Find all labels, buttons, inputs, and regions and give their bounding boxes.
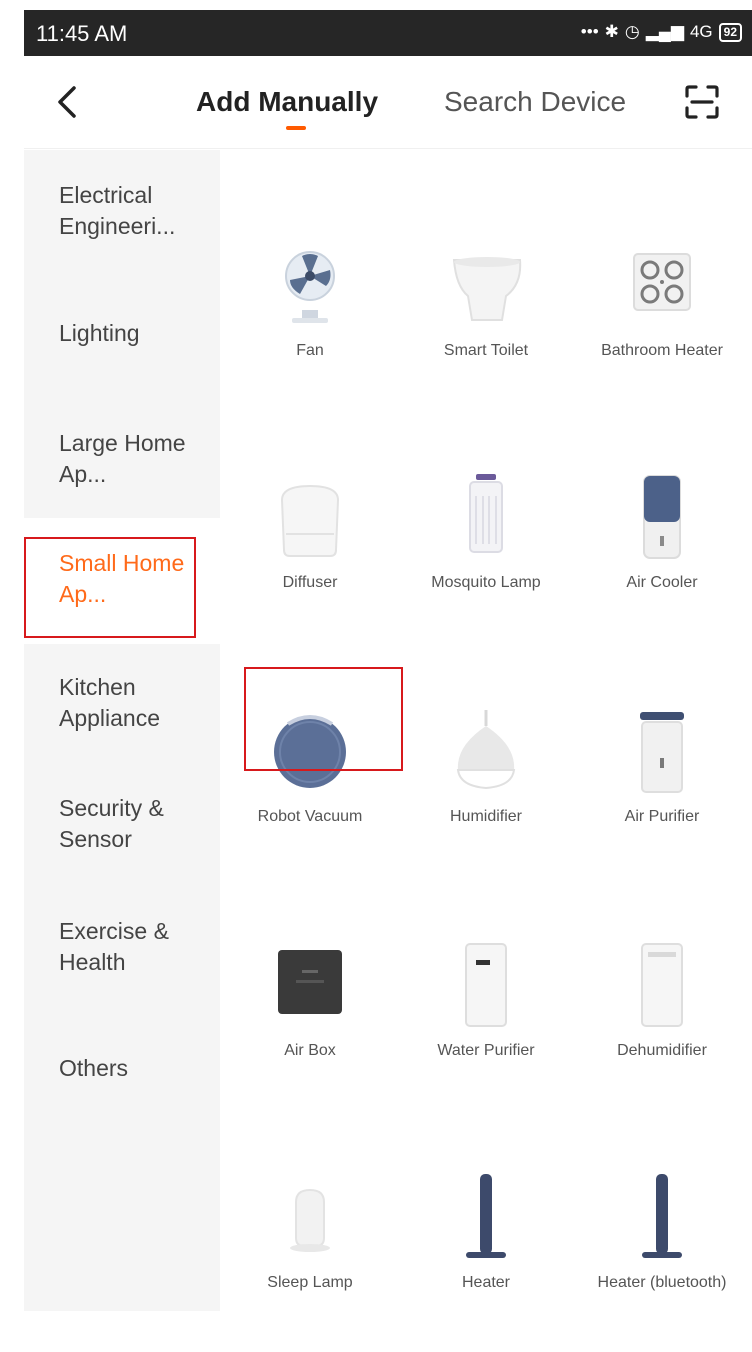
battery-level: 92 [718, 22, 742, 42]
water-purifier-icon [465, 943, 507, 1027]
category-sidebar: Electrical Engineeri... Lighting Large H… [24, 150, 220, 1311]
more-dots-icon: ••• [580, 22, 599, 41]
device-mosquito-lamp[interactable]: Mosquito Lamp [398, 412, 574, 652]
status-time: 11:45 AM [36, 21, 128, 46]
status-bar: 11:45 AM ••• ✱ ◷ ▂▄▆ 4G 92 [24, 10, 752, 56]
back-arrow-icon[interactable] [54, 84, 82, 120]
air-box-icon [278, 950, 342, 1014]
nav-header: Add Manually Search Device [24, 56, 752, 149]
device-humidifier[interactable]: Humidifier [398, 646, 574, 886]
device-label: Sleep Lamp [267, 1274, 353, 1291]
device-label: Diffuser [282, 574, 338, 591]
diffuser-icon [280, 484, 340, 557]
dehumidifier-icon [641, 943, 683, 1027]
alarm-icon: ◷ [624, 22, 640, 41]
device-heater[interactable]: Heater [398, 1112, 574, 1352]
mosquito-lamp-icon [469, 474, 503, 553]
device-air-cooler[interactable]: Air Cooler [574, 412, 750, 652]
device-label: Air Box [284, 1042, 336, 1059]
sidebar-item-label: Others [59, 1055, 129, 1081]
sidebar-item-lighting[interactable]: Lighting [24, 318, 220, 440]
device-label: Heater [461, 1274, 511, 1291]
sidebar-item-others[interactable]: Others [24, 1053, 220, 1175]
sidebar-item-label: Large Home Ap... [59, 430, 186, 487]
sidebar-item-label: Kitchen Appliance [59, 674, 161, 731]
network-type: 4G [689, 22, 713, 41]
device-label: Water Purifier [437, 1042, 535, 1059]
device-heater-bluetooth[interactable]: Heater (bluetooth) [574, 1112, 750, 1352]
device-smart-toilet[interactable]: Smart Toilet [398, 180, 574, 420]
device-label: Smart Toilet [443, 342, 529, 359]
device-air-box[interactable]: Air Box [222, 880, 398, 1120]
device-fan[interactable]: Fan [222, 180, 398, 420]
device-label: Humidifier [449, 808, 522, 825]
sidebar-item-label: Security & Sensor [59, 795, 164, 852]
device-label: Air Purifier [624, 808, 700, 825]
signal-icon: ▂▄▆ [645, 22, 684, 41]
device-bathroom-heater[interactable]: Bathroom Heater [574, 180, 750, 420]
device-label: Bathroom Heater [601, 342, 723, 359]
device-label: Dehumidifier [617, 1042, 707, 1059]
device-label: Air Cooler [626, 574, 698, 591]
fan-icon [285, 251, 335, 323]
device-sleep-lamp[interactable]: Sleep Lamp [222, 1112, 398, 1352]
device-diffuser[interactable]: Diffuser [222, 412, 398, 652]
device-air-purifier[interactable]: Air Purifier [574, 646, 750, 886]
sidebar-item-security-sensor[interactable]: Security & Sensor [24, 793, 220, 915]
status-indicators: ••• ✱ ◷ ▂▄▆ 4G 92 [581, 22, 742, 42]
device-label: Fan [296, 342, 324, 359]
air-purifier-icon [640, 712, 684, 793]
air-cooler-icon [643, 475, 681, 559]
left-margin [0, 0, 24, 1311]
sidebar-item-label: Exercise & Health [59, 918, 169, 975]
selected-category-highlight [24, 537, 196, 638]
active-tab-indicator [286, 126, 306, 130]
device-water-purifier[interactable]: Water Purifier [398, 880, 574, 1120]
sidebar-item-label: Lighting [59, 320, 140, 346]
tab-add-manually[interactable]: Add Manually [196, 86, 378, 118]
sidebar-item-electrical-engineering[interactable]: Electrical Engineeri... [24, 180, 220, 302]
bluetooth-icon: ✱ [604, 22, 619, 41]
robot-vacuum-highlight [244, 667, 403, 771]
scan-icon[interactable] [684, 84, 720, 120]
sleep-lamp-icon [290, 1188, 330, 1252]
humidifier-icon [456, 710, 516, 790]
sidebar-item-exercise-health[interactable]: Exercise & Health [24, 916, 220, 1038]
sidebar-item-label: Electrical Engineeri... [59, 182, 176, 239]
device-dehumidifier[interactable]: Dehumidifier [574, 880, 750, 1120]
device-label: Robot Vacuum [257, 808, 363, 825]
device-label: Heater (bluetooth) [597, 1274, 727, 1291]
device-label: Mosquito Lamp [431, 574, 541, 591]
heater-icon [466, 1174, 506, 1258]
toilet-icon [452, 257, 522, 321]
heater-bluetooth-icon [642, 1174, 682, 1258]
tab-search-device[interactable]: Search Device [444, 86, 626, 118]
sidebar-item-kitchen-appliance[interactable]: Kitchen Appliance [24, 672, 220, 794]
bathroom-heater-icon [633, 253, 691, 311]
